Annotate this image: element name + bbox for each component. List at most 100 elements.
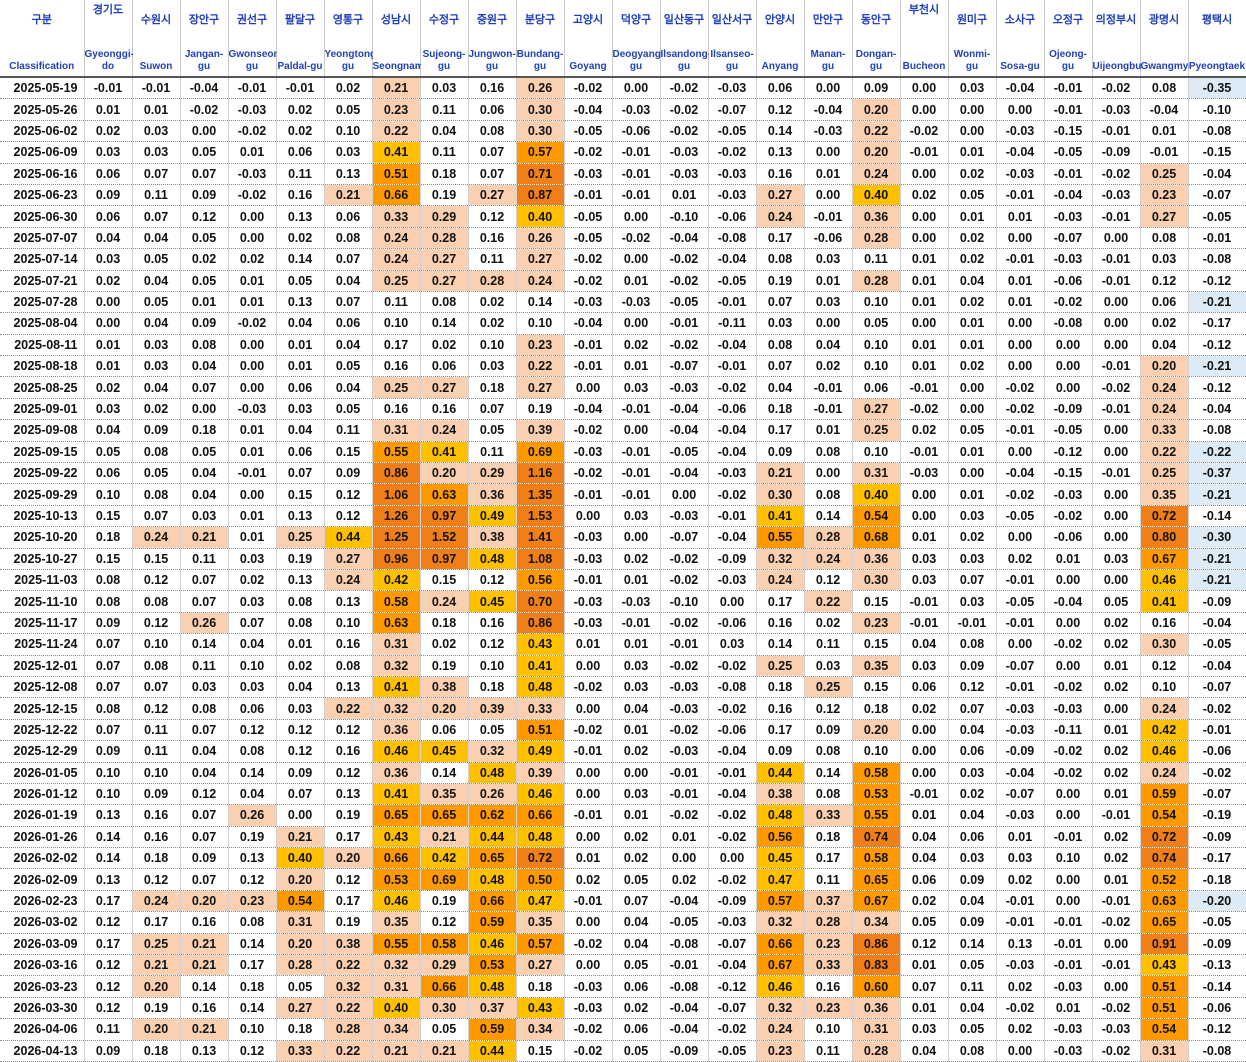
value-cell: 0.51 — [372, 163, 421, 185]
value-cell: -0.09 — [660, 1040, 709, 1062]
value-cell: 0.00 — [564, 697, 613, 720]
value-cell: 0.30 — [516, 98, 565, 121]
value-cell: 0.01 — [900, 997, 949, 1020]
value-cell: -0.01 — [612, 441, 661, 464]
value-cell: 0.00 — [900, 483, 949, 506]
value-cell: -0.06 — [708, 205, 757, 228]
value-cell: -0.02 — [564, 141, 613, 164]
value-cell: -0.02 — [660, 719, 709, 742]
value-cell: -0.01 — [612, 462, 661, 485]
value-cell: 0.00 — [660, 483, 709, 506]
value-cell: 0.15 — [852, 676, 901, 699]
value-cell: -0.02 — [564, 419, 613, 442]
value-cell: 0.13 — [276, 505, 325, 528]
value-cell: 0.12 — [804, 697, 853, 720]
value-cell: 0.03 — [804, 655, 853, 677]
value-cell: 0.42 — [372, 569, 421, 592]
column-header-korean: 고양시 — [572, 14, 604, 26]
value-cell: 0.54 — [1140, 804, 1189, 827]
value-cell: 0.03 — [804, 291, 853, 314]
value-cell: 0.11 — [420, 98, 469, 121]
value-cell: 0.03 — [132, 120, 181, 143]
column-header-korean: 분당구 — [524, 14, 556, 26]
value-cell: -0.02 — [564, 676, 613, 699]
value-cell: 0.16 — [468, 227, 517, 250]
value-cell: 0.01 — [804, 270, 853, 292]
value-cell: 0.46 — [372, 740, 421, 763]
value-cell: 0.12 — [180, 205, 229, 228]
value-cell: 0.20 — [420, 697, 469, 720]
value-cell: -0.02 — [708, 376, 757, 399]
value-cell: 0.32 — [756, 997, 805, 1020]
date-cell: 2025-07-14 — [0, 248, 85, 271]
column-header-english: Yeongtong-gu — [324, 49, 380, 72]
value-cell: 0.46 — [1140, 569, 1189, 592]
value-cell: -0.03 — [1092, 98, 1141, 121]
value-cell: 0.23 — [1140, 184, 1189, 207]
value-cell: -0.01 — [1044, 933, 1093, 956]
value-cell: 0.10 — [84, 762, 133, 784]
value-cell: -0.01 — [900, 590, 949, 613]
value-cell: -0.04 — [708, 441, 757, 464]
value-cell: 0.12 — [804, 569, 853, 592]
value-cell: 0.10 — [1044, 847, 1093, 870]
value-cell: -0.03 — [996, 120, 1045, 143]
value-cell: -0.01 — [1092, 462, 1141, 485]
value-cell: 0.07 — [468, 163, 517, 185]
value-cell: 0.69 — [420, 868, 469, 891]
column-header-english: Gwonseon-gu — [228, 49, 283, 72]
value-cell: -0.08 — [1188, 1040, 1246, 1062]
date-cell: 2025-09-22 — [0, 462, 85, 485]
value-cell: 0.03 — [276, 398, 325, 421]
value-cell: 0.07 — [612, 890, 661, 913]
value-cell: 0.17 — [84, 890, 133, 913]
value-cell: 0.03 — [948, 762, 997, 784]
value-cell: 0.32 — [372, 697, 421, 720]
value-cell: -0.03 — [1092, 184, 1141, 207]
value-cell: 0.01 — [612, 719, 661, 742]
value-cell: 0.06 — [84, 205, 133, 228]
value-cell: 0.02 — [468, 291, 517, 314]
value-cell: -0.05 — [708, 1040, 757, 1062]
value-cell: 0.43 — [516, 997, 565, 1020]
value-cell: 0.05 — [324, 355, 373, 378]
value-cell: 0.18 — [420, 163, 469, 185]
value-cell: 0.04 — [132, 270, 181, 292]
value-cell: -0.01 — [1044, 98, 1093, 121]
value-cell: 0.03 — [228, 676, 277, 699]
value-cell: 0.00 — [804, 77, 853, 100]
column-header-korean: 일산서구 — [711, 14, 753, 26]
value-cell: -0.01 — [564, 483, 613, 506]
value-cell: 0.46 — [756, 975, 805, 998]
value-cell: 0.04 — [948, 997, 997, 1020]
value-cell: 0.02 — [900, 184, 949, 207]
table-row: 2026-03-09 0.17 0.25 0.21 0.14 0.20 0.38 0.55 0.… — [0, 933, 1246, 956]
value-cell: 0.00 — [180, 120, 229, 143]
value-cell: 0.02 — [900, 419, 949, 442]
value-cell: -0.01 — [996, 612, 1045, 635]
value-cell: 0.36 — [852, 548, 901, 570]
value-cell: -0.03 — [564, 163, 613, 185]
value-cell: -0.01 — [708, 762, 757, 784]
value-cell: 0.40 — [852, 483, 901, 506]
value-cell: 0.17 — [756, 590, 805, 613]
value-cell: 0.13 — [324, 590, 373, 613]
value-cell: 0.12 — [84, 911, 133, 934]
value-cell: 0.17 — [324, 890, 373, 913]
date-cell: 2025-10-13 — [0, 505, 85, 528]
value-cell: -0.01 — [996, 419, 1045, 442]
value-cell: 0.41 — [372, 783, 421, 806]
value-cell: -0.10 — [660, 205, 709, 228]
value-cell: 0.01 — [84, 98, 133, 121]
value-cell: 0.02 — [948, 526, 997, 549]
value-cell: 0.01 — [1044, 997, 1093, 1020]
value-cell: 0.67 — [852, 890, 901, 913]
value-cell: 0.48 — [468, 868, 517, 891]
value-cell: 0.67 — [1140, 548, 1189, 570]
value-cell: 0.03 — [804, 248, 853, 271]
value-cell: 0.01 — [1092, 783, 1141, 806]
date-cell: 2025-05-26 — [0, 98, 85, 121]
value-cell: -0.01 — [996, 890, 1045, 913]
column-header: 고양시 Goyang — [564, 0, 613, 78]
value-cell: 0.33 — [1140, 419, 1189, 442]
